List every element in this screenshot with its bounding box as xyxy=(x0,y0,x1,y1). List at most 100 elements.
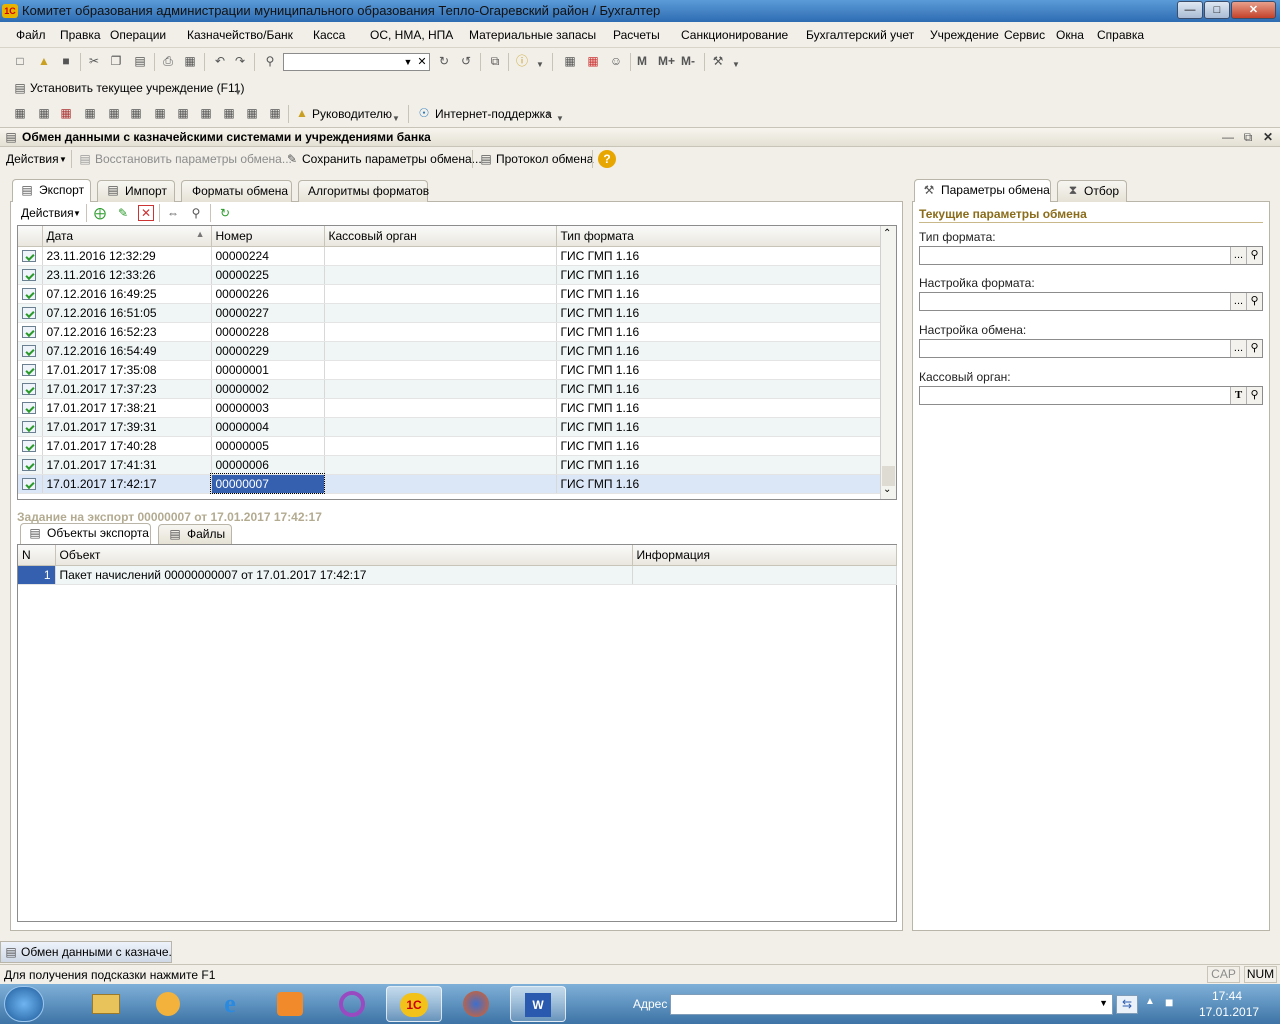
column-header-number[interactable]: Номер xyxy=(211,226,325,247)
close-button[interactable]: ✕ xyxy=(1231,1,1276,19)
table-row[interactable]: 07.12.2016 16:52:23 00000228 ГИС ГМП 1.16 xyxy=(18,322,883,342)
help-button[interactable]: ? xyxy=(598,150,616,168)
memory-add-button[interactable]: M+ xyxy=(658,54,675,68)
menu-treasury[interactable]: Казначейство/Банк xyxy=(187,28,293,42)
search-input[interactable]: ▼ ✕ xyxy=(283,53,430,71)
preview-icon[interactable]: ▦ xyxy=(182,53,198,69)
search-icon[interactable]: ⚲ xyxy=(1246,293,1262,310)
menu-service[interactable]: Сервис xyxy=(1004,28,1045,42)
start-button[interactable] xyxy=(4,986,44,1022)
tools-icon[interactable]: ⚒ xyxy=(710,53,726,69)
tab-exchange-formats[interactable]: Форматы обмена xyxy=(181,180,292,202)
table-row[interactable]: 23.11.2016 12:32:29 00000224 ГИС ГМП 1.16 xyxy=(18,246,883,266)
doc-minimize-icon[interactable]: — xyxy=(1220,129,1236,145)
protocol-button[interactable]: Протокол обмена xyxy=(496,152,593,166)
search-icon[interactable]: ⚲ xyxy=(1246,340,1262,357)
calendar-icon[interactable]: ▦ xyxy=(585,53,601,69)
menu-authorization[interactable]: Санкционирование xyxy=(681,28,788,42)
info-icon[interactable]: ⓘ xyxy=(514,53,530,69)
word-taskbar-icon[interactable]: W xyxy=(510,986,566,1022)
table-row[interactable]: 17.01.2017 17:35:08 00000001 ГИС ГМП 1.16 xyxy=(18,360,883,380)
report-icon[interactable]: ▦ xyxy=(106,105,122,121)
column-header-information[interactable]: Информация xyxy=(632,545,897,566)
select-button[interactable]: ... xyxy=(1230,293,1246,310)
restore-params-button[interactable]: Восстановить параметры обмена... xyxy=(95,152,292,166)
cut-icon[interactable]: ✂ xyxy=(86,53,102,69)
table-row[interactable]: 17.01.2017 17:37:23 00000002 ГИС ГМП 1.16 xyxy=(18,379,883,399)
table-row[interactable]: 23.11.2016 12:33:26 00000225 ГИС ГМП 1.16 xyxy=(18,265,883,285)
table-row[interactable]: 07.12.2016 16:49:25 00000226 ГИС ГМП 1.16 xyxy=(18,284,883,304)
select-button[interactable]: ... xyxy=(1230,247,1246,264)
column-header-cash-authority[interactable]: Кассовый орган xyxy=(324,226,557,247)
save-params-button[interactable]: Сохранить параметры обмена... xyxy=(302,152,482,166)
menu-calculations[interactable]: Расчеты xyxy=(613,28,660,42)
tools-dropdown-icon[interactable]: ▼ xyxy=(728,57,744,73)
find-prev-icon[interactable]: ↺ xyxy=(458,53,474,69)
tab-format-algorithms[interactable]: Алгоритмы форматов xyxy=(298,180,429,202)
delete-icon[interactable]: ✕ xyxy=(138,205,154,221)
column-header-n[interactable]: N xyxy=(18,545,56,566)
table-row-selected[interactable]: 17.01.2017 17:42:17 00000007 ГИС ГМП 1.16 xyxy=(18,473,883,494)
tray-icon[interactable]: ■ xyxy=(1165,994,1173,1010)
scroll-up-icon[interactable]: ⌃ xyxy=(883,228,891,239)
menu-edit[interactable]: Правка xyxy=(60,28,101,42)
set-institution-dropdown-icon[interactable]: ▼ xyxy=(230,85,246,101)
info-dropdown-icon[interactable]: ▼ xyxy=(532,57,548,73)
app-taskbar-icon[interactable] xyxy=(140,986,196,1022)
memory-subtract-button[interactable]: M- xyxy=(681,54,695,68)
doc-close-icon[interactable]: ✕ xyxy=(1260,129,1276,145)
report-icon[interactable]: ▦ xyxy=(58,105,74,121)
grid-actions-dropdown-icon[interactable]: ▼ xyxy=(73,209,81,218)
search-icon[interactable]: ⚲ xyxy=(262,53,278,69)
report-icon[interactable]: ▦ xyxy=(198,105,214,121)
menu-cash[interactable]: Касса xyxy=(313,28,345,42)
menu-institution[interactable]: Учреждение xyxy=(930,28,999,42)
export-jobs-table[interactable]: Дата ▲ Номер Кассовый орган Тип формата 2… xyxy=(17,225,897,500)
maximize-button[interactable]: □ xyxy=(1204,1,1230,19)
table-row[interactable]: 17.01.2017 17:41:31 00000006 ГИС ГМП 1.16 xyxy=(18,455,883,475)
search-filter-icon[interactable]: ⚲ xyxy=(188,205,204,221)
add-icon[interactable]: ⨁ xyxy=(92,205,108,221)
search-icon[interactable]: ⚲ xyxy=(1246,387,1262,404)
chevron-down-icon[interactable]: ▼ xyxy=(401,54,415,70)
report-icon[interactable]: ▦ xyxy=(244,105,260,121)
report-icon[interactable]: ▦ xyxy=(267,105,283,121)
column-header-format-type[interactable]: Тип формата xyxy=(556,226,883,247)
print-icon[interactable]: ⎙ xyxy=(160,53,176,69)
scroll-down-icon[interactable]: ⌄ xyxy=(883,484,891,495)
exchange-setting-field[interactable]: ... ⚲ xyxy=(919,339,1263,358)
range-icon[interactable]: ⇔ xyxy=(165,205,181,221)
tray-expand-icon[interactable]: ▲ xyxy=(1145,996,1155,1007)
clear-icon[interactable]: ✕ xyxy=(415,54,429,70)
doc-restore-icon[interactable]: ⧉ xyxy=(1240,129,1256,145)
users-icon[interactable]: ☺ xyxy=(608,53,624,69)
select-button[interactable]: ... xyxy=(1230,340,1246,357)
actions-dropdown-icon[interactable]: ▼ xyxy=(59,155,67,164)
calculator-icon[interactable]: ▦ xyxy=(562,53,578,69)
redo-icon[interactable]: ↷ xyxy=(232,53,248,69)
internet-support-button[interactable]: Интернет-поддержка xyxy=(435,107,552,121)
tab-export-objects[interactable]: ▤ Объекты экспорта xyxy=(20,523,151,544)
window-tab-exchange[interactable]: ▤ Обмен данными с казначе... xyxy=(0,941,172,963)
table-scrollbar[interactable]: ⌃ ⌄ xyxy=(880,226,896,499)
report-icon[interactable]: ▦ xyxy=(152,105,168,121)
report-icon[interactable]: ▦ xyxy=(82,105,98,121)
menu-file[interactable]: Файл xyxy=(16,28,46,42)
menu-fixed-assets[interactable]: ОС, НМА, НПА xyxy=(370,28,453,42)
paste-icon[interactable]: ▤ xyxy=(132,53,148,69)
menu-accounting[interactable]: Бухгалтерский учет xyxy=(806,28,914,42)
save-icon[interactable]: ■ xyxy=(58,53,74,69)
selected-cell[interactable]: 00000007 xyxy=(210,473,325,494)
report-icon[interactable]: ▦ xyxy=(175,105,191,121)
table-row[interactable]: 17.01.2017 17:38:21 00000003 ГИС ГМП 1.16 xyxy=(18,398,883,418)
manager-dropdown-icon[interactable]: ▼ xyxy=(388,111,404,127)
table-row[interactable]: 07.12.2016 16:54:49 00000229 ГИС ГМП 1.16 xyxy=(18,341,883,361)
firefox-taskbar-icon[interactable] xyxy=(448,986,504,1022)
column-header-object[interactable]: Объект xyxy=(55,545,633,566)
undo-icon[interactable]: ↶ xyxy=(212,53,228,69)
export-objects-table[interactable]: N Объект Информация 1 Пакет начислений 0… xyxy=(17,544,897,922)
column-header-date[interactable]: Дата ▲ xyxy=(42,226,212,247)
windows-icon[interactable]: ⧉ xyxy=(487,53,503,69)
search-icon[interactable]: ⚲ xyxy=(1246,247,1262,264)
column-header-icon[interactable] xyxy=(18,226,43,247)
